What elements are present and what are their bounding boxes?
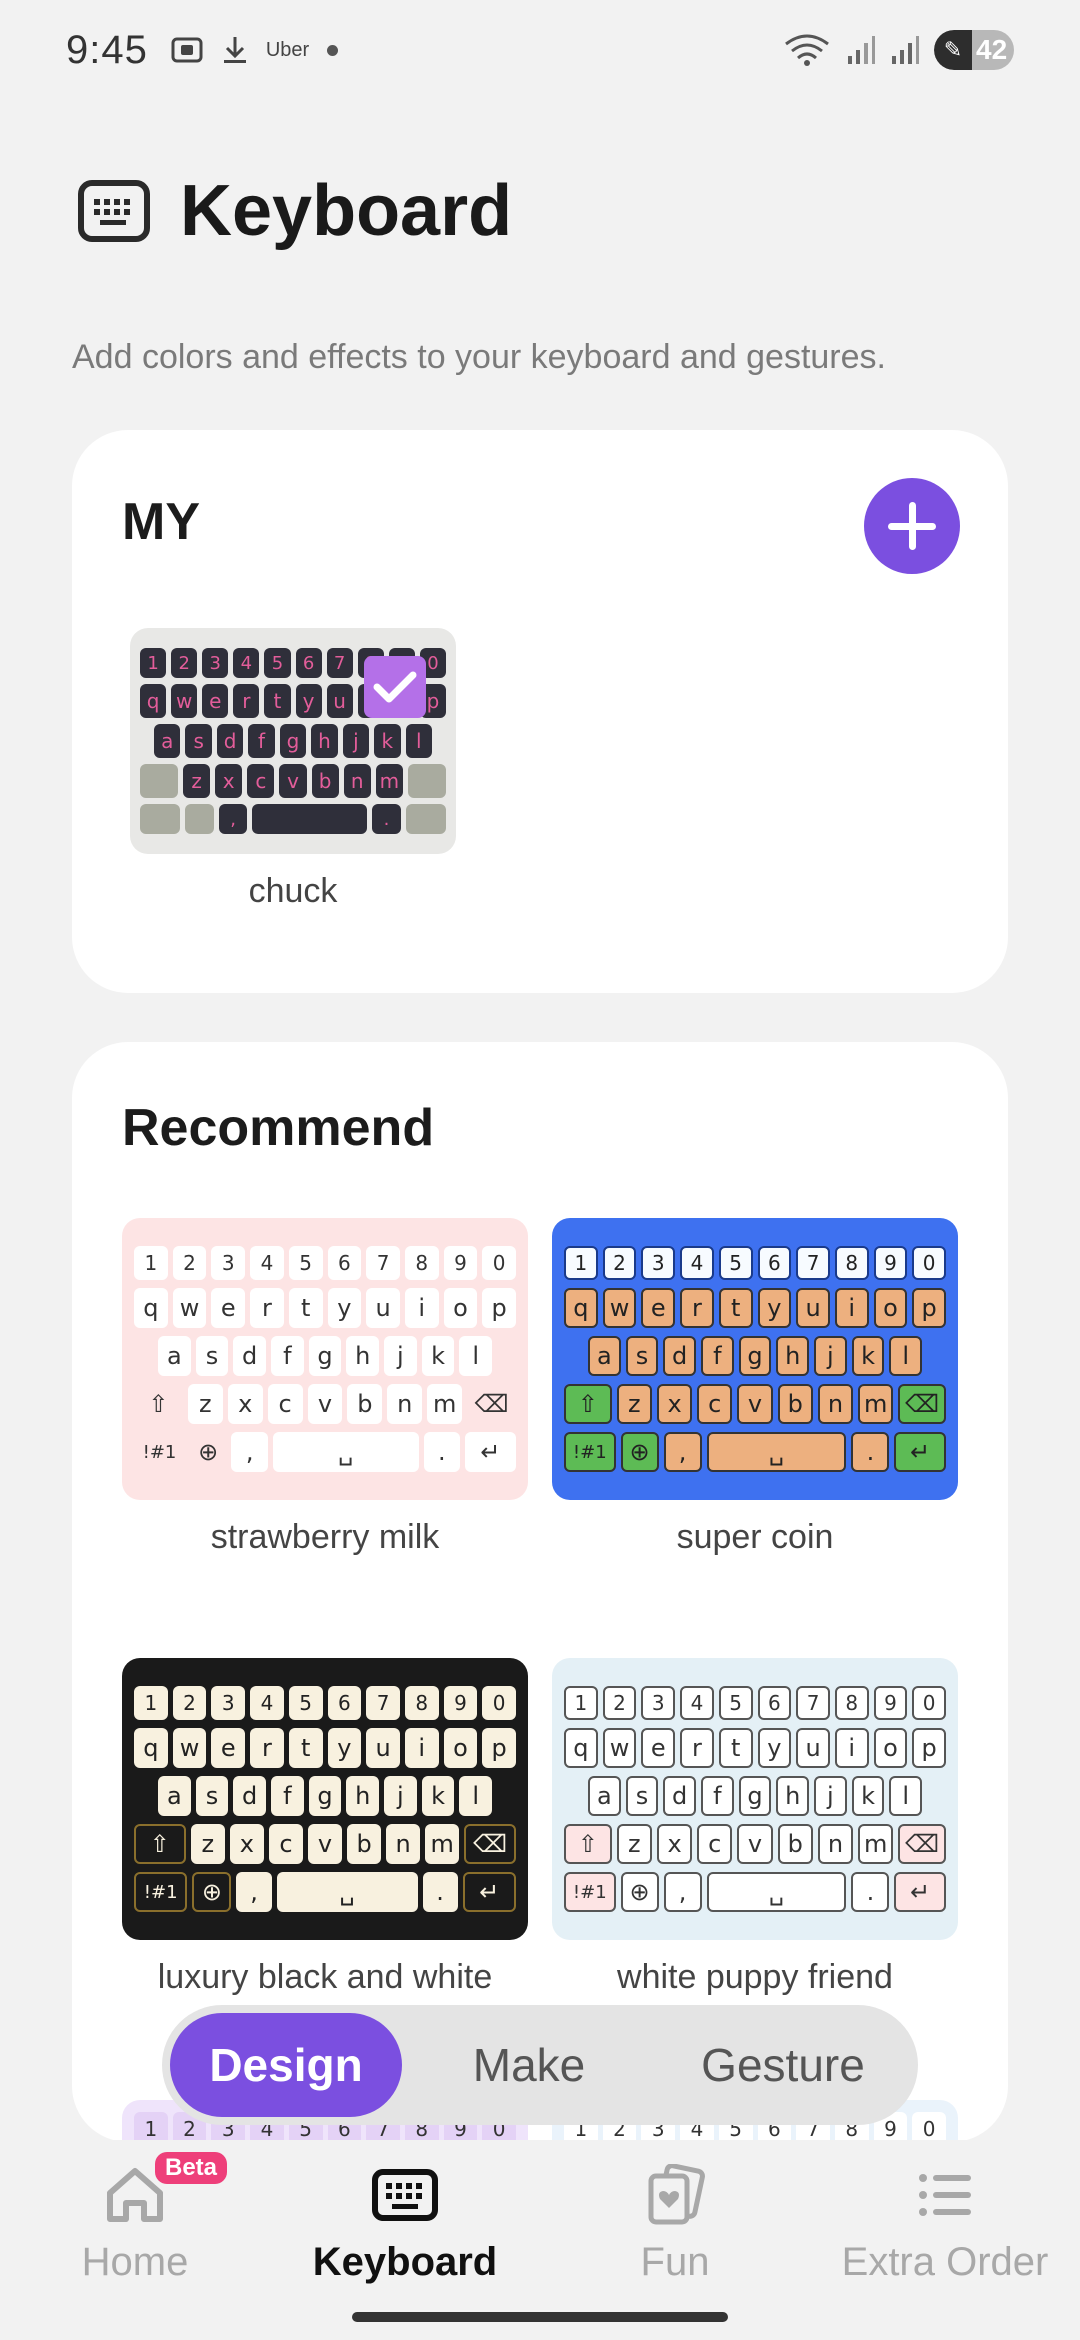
keyboard-icon xyxy=(78,180,150,242)
beta-badge: Beta xyxy=(155,2152,228,2184)
theme-card-chuck[interactable]: 1234567890 qwertyuiop asdfghjkl zxcvbnm … xyxy=(130,628,456,911)
theme-card-strawberry-milk[interactable]: 1234567890 qwertyuiop asdfghjkl ⇧ z x c v b n m… xyxy=(122,1218,528,1557)
selected-check-icon xyxy=(364,656,426,718)
nav-item-home[interactable]: Beta Home xyxy=(0,2140,270,2340)
keyboard-preview: 1234567890 qwertyuiop asdfghjkl zxcvbnm … xyxy=(130,628,456,854)
download-icon xyxy=(222,35,248,65)
page-subtitle: Add colors and effects to your keyboard … xyxy=(72,338,886,376)
tab-design[interactable]: Design xyxy=(170,2013,402,2117)
theme-name: luxury black and white xyxy=(157,1958,493,1996)
keyboard-preview: 1234567890 qwertyuiop asdfghjkl ⇧ z x c v b n m… xyxy=(552,1658,958,1940)
screenshot-icon xyxy=(170,35,204,65)
nav-label-extra-order: Extra Order xyxy=(841,2240,1049,2284)
nav-item-extra-order[interactable]: Extra Order xyxy=(810,2140,1080,2340)
keyboard-preview: 1234567890 qwertyuiop asdfghjkl ⇧ z x c v b n m… xyxy=(122,1218,528,1500)
status-bar: 9:45 Uber ✎ 42 xyxy=(0,0,1080,100)
keyboard-icon xyxy=(370,2160,440,2230)
signal-icon-1 xyxy=(846,34,876,66)
keyboard-preview: 1234567890 qwertyuiop asdfghjkl ⇧ z x c v b n m… xyxy=(552,1218,958,1500)
status-time: 9:45 xyxy=(66,27,148,72)
theme-name: super coin xyxy=(676,1518,834,1556)
recommend-section-title: Recommend xyxy=(122,1099,435,1157)
my-themes-card: MY 1234567890 qwertyuiop asdfghjkl zxcvb… xyxy=(72,430,1008,993)
battery-level: 42 xyxy=(976,34,1008,65)
keyboard-preview: 1234567890 qwertyuiop asdfghjkl ⇧ z x c v b n m… xyxy=(122,1658,528,1940)
cards-heart-icon xyxy=(640,2160,710,2230)
kb-row-bottom: , . xyxy=(140,804,446,834)
nav-label-home: Home xyxy=(81,2240,189,2284)
nav-label-fun: Fun xyxy=(640,2240,710,2284)
page-title: Keyboard xyxy=(180,171,513,251)
leaf-icon: ✎ xyxy=(943,37,963,62)
theme-name: white puppy friend xyxy=(617,1958,893,1996)
kb-row-asdf: asdfghjkl xyxy=(140,724,446,758)
bottom-navigation: Beta Home Keyboard Fun Extra Order xyxy=(0,2140,1080,2340)
nav-item-keyboard[interactable]: Keyboard xyxy=(270,2140,540,2340)
my-section-title: MY xyxy=(122,493,200,551)
nav-item-fun[interactable]: Fun xyxy=(540,2140,810,2340)
theme-name: chuck xyxy=(248,872,338,910)
recommend-card: Recommend 1234567890 qwertyuiop asdfghjk… xyxy=(72,1042,1008,2142)
uber-notification: Uber xyxy=(265,38,310,61)
theme-card-super-coin[interactable]: 1234567890 qwertyuiop asdfghjkl ⇧ z x c v b n m… xyxy=(552,1218,958,1557)
design-mode-switcher: Design Make Gesture xyxy=(162,2005,918,2125)
signal-icon-2 xyxy=(890,34,920,66)
theme-card-white-puppy-friend[interactable]: 1234567890 qwertyuiop asdfghjkl ⇧ z x c v b n m… xyxy=(552,1658,958,1997)
home-gesture-bar[interactable] xyxy=(352,2312,728,2322)
tab-make[interactable]: Make xyxy=(402,2013,656,2117)
page-header: Keyboard xyxy=(78,170,512,252)
theme-name: strawberry milk xyxy=(210,1518,440,1556)
add-theme-button[interactable] xyxy=(864,478,960,574)
theme-card-luxury-black-and-white[interactable]: 1234567890 qwertyuiop asdfghjkl ⇧ z x c v b n m… xyxy=(122,1658,528,1997)
more-notifications-dot xyxy=(327,44,339,56)
battery-indicator: ✎ 42 xyxy=(934,30,1014,70)
kb-row-zxcv: zxcvbnm xyxy=(140,764,446,798)
wifi-icon xyxy=(782,32,832,68)
tab-gesture[interactable]: Gesture xyxy=(656,2013,910,2117)
list-icon xyxy=(910,2160,980,2230)
nav-label-keyboard: Keyboard xyxy=(312,2240,498,2284)
